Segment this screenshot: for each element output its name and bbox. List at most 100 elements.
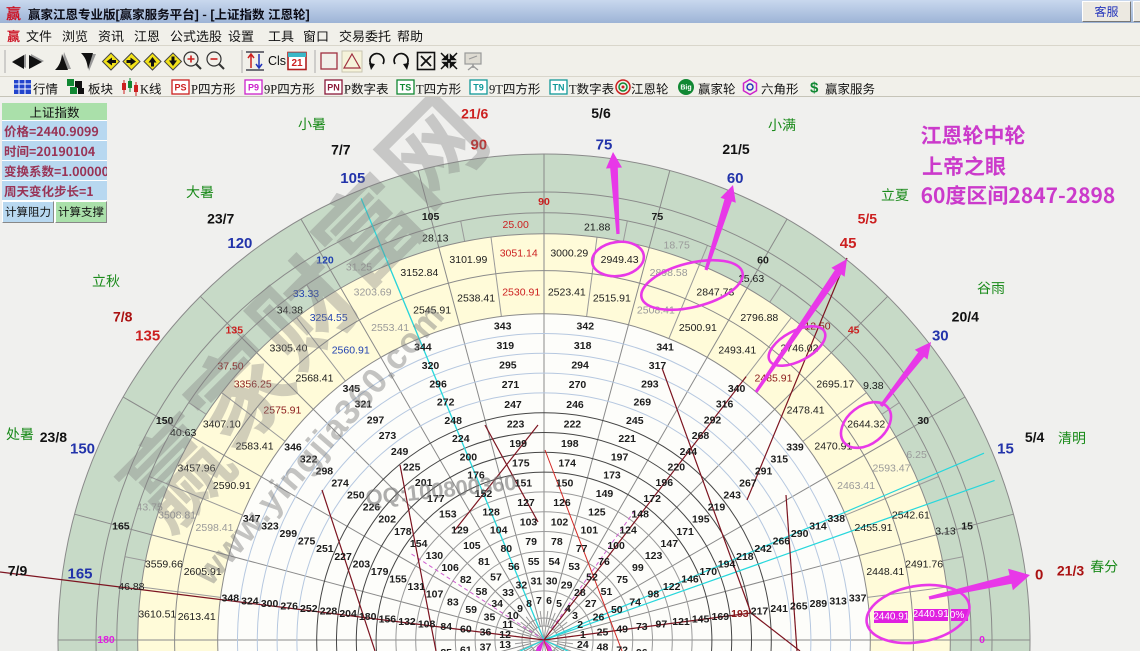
svg-text:3051.14: 3051.14 <box>500 247 538 259</box>
svg-text:P9: P9 <box>248 83 259 93</box>
svg-text:193: 193 <box>731 608 749 620</box>
svg-text:29: 29 <box>561 580 573 592</box>
svg-text:128: 128 <box>482 506 500 518</box>
svg-text:21: 21 <box>291 58 303 69</box>
svg-text:13: 13 <box>499 639 511 651</box>
svg-text:P数字表: P数字表 <box>344 79 389 98</box>
svg-text:T四方形: T四方形 <box>416 79 462 98</box>
svg-text:30: 30 <box>932 327 949 344</box>
svg-text:清明: 清明 <box>1058 428 1086 448</box>
svg-text:PN: PN <box>327 83 340 93</box>
svg-text:320: 320 <box>422 360 440 372</box>
svg-text:21.88: 21.88 <box>584 221 610 233</box>
svg-text:赢家轮: 赢家轮 <box>698 79 736 98</box>
svg-text:20/4: 20/4 <box>952 309 979 325</box>
svg-text:243: 243 <box>723 490 741 502</box>
svg-text:57: 57 <box>490 572 502 584</box>
svg-text:80: 80 <box>500 543 512 555</box>
svg-text:25.00: 25.00 <box>503 219 529 231</box>
svg-text:PS: PS <box>174 83 186 93</box>
svg-text:立夏: 立夏 <box>881 185 909 205</box>
svg-text:Cls: Cls <box>268 54 286 68</box>
svg-text:23/7: 23/7 <box>207 211 234 227</box>
svg-text:2644.32: 2644.32 <box>847 419 885 431</box>
svg-text:2491.76: 2491.76 <box>905 558 943 570</box>
svg-text:2949.43: 2949.43 <box>601 254 639 266</box>
svg-text:313: 313 <box>829 595 847 607</box>
svg-text:78: 78 <box>551 536 563 548</box>
svg-text:197: 197 <box>611 451 629 463</box>
svg-text:2455.91: 2455.91 <box>855 522 893 534</box>
svg-text:2463.41: 2463.41 <box>837 480 875 492</box>
svg-text:99: 99 <box>632 562 644 574</box>
svg-text:赢家服务: 赢家服务 <box>825 79 875 98</box>
svg-text:318: 318 <box>574 340 592 352</box>
svg-text:21/3: 21/3 <box>1057 563 1084 579</box>
svg-text:7/9: 7/9 <box>8 563 28 579</box>
svg-text:3.13: 3.13 <box>935 525 956 537</box>
svg-text:220: 220 <box>668 462 686 474</box>
svg-text:105: 105 <box>463 540 481 552</box>
svg-text:219: 219 <box>708 502 726 514</box>
svg-text:228: 228 <box>320 606 338 618</box>
svg-text:74: 74 <box>629 596 641 608</box>
svg-text:15: 15 <box>997 440 1014 457</box>
svg-text:250: 250 <box>347 490 365 502</box>
svg-text:276: 276 <box>280 601 298 613</box>
svg-text:148: 148 <box>631 509 649 521</box>
svg-text:316: 316 <box>716 399 734 411</box>
svg-text:151: 151 <box>515 477 533 489</box>
svg-text:299: 299 <box>280 528 298 540</box>
svg-text:56: 56 <box>508 561 520 573</box>
svg-text:9T四方形: 9T四方形 <box>489 79 541 98</box>
svg-text:252: 252 <box>300 603 318 615</box>
svg-text:242: 242 <box>754 543 772 555</box>
svg-text:225: 225 <box>403 462 421 474</box>
svg-text:203: 203 <box>353 558 371 570</box>
svg-text:102: 102 <box>551 517 569 529</box>
svg-text:2593.47: 2593.47 <box>873 463 911 475</box>
svg-text:2493.41: 2493.41 <box>718 345 756 357</box>
svg-text:T9: T9 <box>473 83 484 93</box>
svg-text:154: 154 <box>410 538 428 550</box>
svg-text:295: 295 <box>499 360 517 372</box>
svg-text:106: 106 <box>441 562 459 574</box>
svg-text:126: 126 <box>553 497 571 509</box>
svg-text:196: 196 <box>656 477 674 489</box>
svg-text:3559.66: 3559.66 <box>145 558 183 570</box>
svg-text:2440.91: 2440.91 <box>913 609 950 620</box>
svg-text:218: 218 <box>736 551 754 563</box>
svg-text:2500.91: 2500.91 <box>679 322 717 334</box>
svg-text:TS: TS <box>400 83 412 93</box>
svg-text:204: 204 <box>339 608 357 620</box>
svg-text:54: 54 <box>548 556 560 568</box>
svg-text:269: 269 <box>634 397 652 409</box>
svg-text:2470.91: 2470.91 <box>814 441 852 453</box>
svg-text:267: 267 <box>739 478 757 490</box>
svg-text:Big: Big <box>680 85 691 92</box>
svg-text:315: 315 <box>771 453 789 465</box>
svg-text:340: 340 <box>728 383 746 395</box>
svg-text:4: 4 <box>565 603 571 615</box>
svg-text:156: 156 <box>379 613 397 625</box>
svg-text:84: 84 <box>440 621 452 633</box>
svg-text:171: 171 <box>676 526 694 538</box>
svg-text:244: 244 <box>680 446 698 458</box>
svg-text:江恩轮: 江恩轮 <box>631 79 669 98</box>
svg-text:129: 129 <box>451 524 469 536</box>
svg-text:266: 266 <box>773 536 791 548</box>
svg-text:199: 199 <box>509 438 527 450</box>
svg-text:227: 227 <box>334 551 352 563</box>
svg-text:175: 175 <box>512 458 530 470</box>
svg-text:春分: 春分 <box>1090 556 1118 576</box>
svg-text:248: 248 <box>444 415 462 427</box>
svg-text:15: 15 <box>961 521 973 533</box>
svg-text:82: 82 <box>460 574 472 586</box>
svg-text:338: 338 <box>828 513 846 525</box>
svg-text:2538.41: 2538.41 <box>457 293 495 305</box>
svg-text:246: 246 <box>566 399 584 411</box>
svg-text:28: 28 <box>574 587 586 599</box>
svg-text:2796.88: 2796.88 <box>740 312 778 324</box>
svg-text:292: 292 <box>704 414 722 426</box>
svg-text:132: 132 <box>398 616 416 628</box>
